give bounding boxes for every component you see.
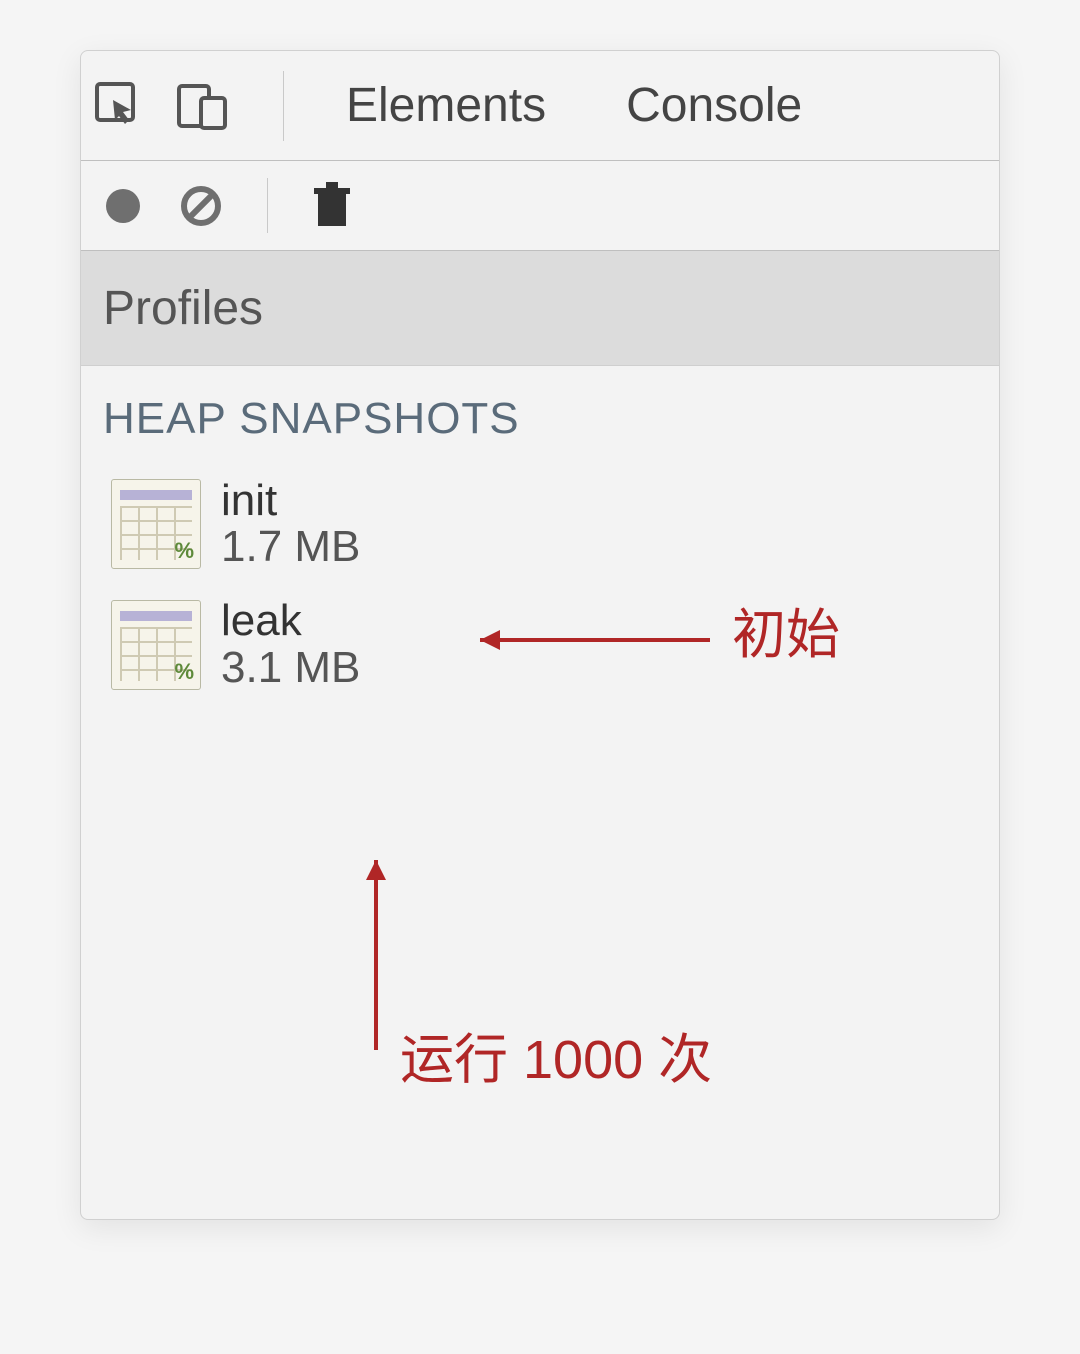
profiles-toolbar <box>81 161 999 251</box>
toolbar-separator <box>267 178 268 233</box>
tab-bar: Elements Console <box>81 51 999 161</box>
snapshot-name: leak <box>221 598 360 644</box>
percent-icon: % <box>174 659 194 685</box>
inspect-icon[interactable] <box>93 80 145 132</box>
tab-console[interactable]: Console <box>586 78 842 133</box>
snapshot-text: leak 3.1 MB <box>221 598 360 690</box>
heap-snapshots-category: HEAP SNAPSHOTS <box>81 366 999 454</box>
snapshot-item-init[interactable]: % init 1.7 MB <box>81 464 999 584</box>
profiles-header-label: Profiles <box>103 281 263 336</box>
clear-icon[interactable] <box>179 184 223 228</box>
percent-icon: % <box>174 538 194 564</box>
tab-elements[interactable]: Elements <box>306 78 586 133</box>
device-icon[interactable] <box>173 80 231 132</box>
tab-separator <box>283 71 284 141</box>
snapshot-item-leak[interactable]: % leak 3.1 MB <box>81 584 999 704</box>
record-icon[interactable] <box>101 184 145 228</box>
snapshot-icon: % <box>111 479 201 569</box>
tab-icon-group <box>93 80 261 132</box>
snapshot-text: init 1.7 MB <box>221 478 360 570</box>
profiles-header: Profiles <box>81 251 999 366</box>
snapshot-size: 1.7 MB <box>221 524 360 570</box>
snapshot-icon: % <box>111 600 201 690</box>
snapshot-name: init <box>221 478 360 524</box>
devtools-panel: Elements Console Profiles HEAP SNAPSHOTS <box>80 50 1000 1220</box>
snapshot-list: % init 1.7 MB % leak 3.1 MB <box>81 454 999 715</box>
snapshot-size: 3.1 MB <box>221 645 360 691</box>
trash-icon[interactable] <box>312 182 352 230</box>
